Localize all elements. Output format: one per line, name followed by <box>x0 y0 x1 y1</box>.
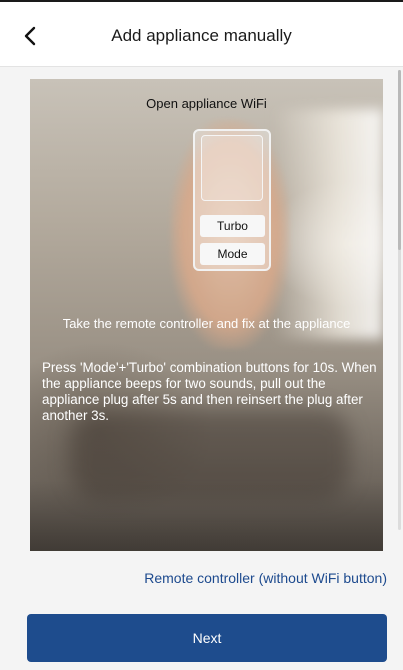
remote-mode-button: Mode <box>200 243 265 265</box>
remote-without-wifi-link[interactable]: Remote controller (without WiFi button) <box>144 570 387 586</box>
illustration-title: Open appliance WiFi <box>146 96 267 111</box>
remote-screen <box>201 135 263 201</box>
background-floor <box>30 481 383 551</box>
scrollbar-thumb[interactable] <box>398 70 401 250</box>
page-title: Add appliance manually <box>111 26 292 45</box>
next-button[interactable]: Next <box>27 614 387 662</box>
app-header: Add appliance manually <box>0 2 403 67</box>
instruction-text: Press 'Mode'+'Turbo' combination buttons… <box>42 360 377 423</box>
remote-turbo-button: Turbo <box>200 215 265 237</box>
instruction-illustration: Open appliance WiFi Turbo Mode Take the … <box>30 79 383 551</box>
remote-controller: Turbo Mode <box>193 129 271 271</box>
illustration-caption: Take the remote controller and fix at th… <box>62 316 351 331</box>
